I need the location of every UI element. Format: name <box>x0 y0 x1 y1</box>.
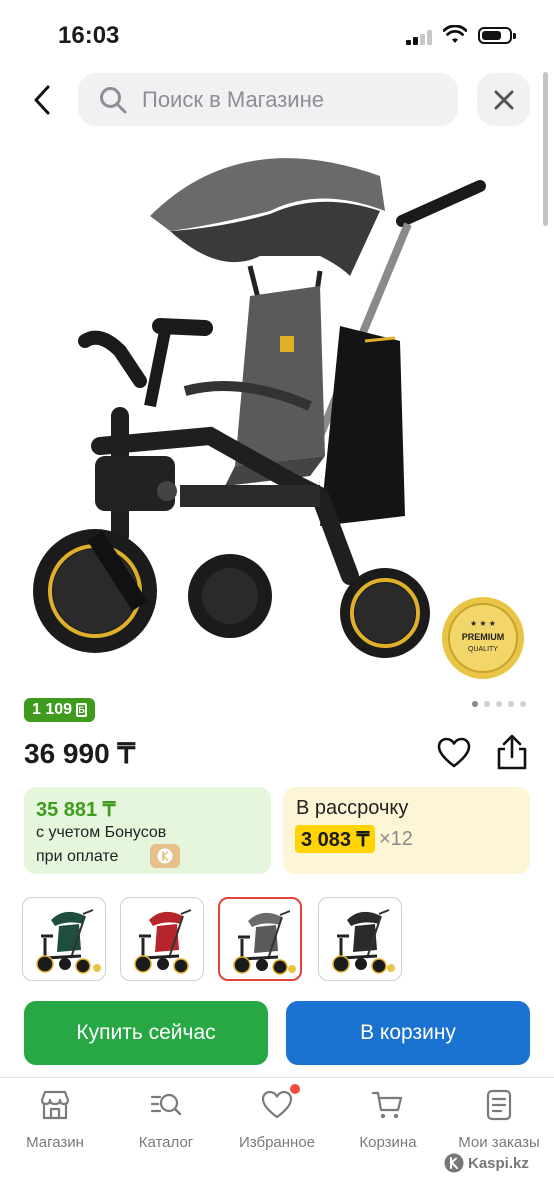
close-button[interactable] <box>477 73 530 126</box>
pager-dot[interactable] <box>472 701 478 707</box>
variant-image <box>233 910 296 975</box>
tab-label: Каталог <box>138 1134 194 1151</box>
image-pager[interactable] <box>472 701 526 707</box>
installment-title: В рассрочку <box>296 797 409 819</box>
favorite-button[interactable] <box>436 735 472 771</box>
bonus-icon: Б <box>76 703 88 717</box>
bonus-price-card[interactable]: 35 881 ₸ с учетом Бонусов при оплате <box>24 787 271 874</box>
premium-badge-line1: PREMIUM <box>462 632 505 642</box>
tab-label: Корзина <box>359 1134 417 1151</box>
search-icon <box>100 86 127 113</box>
premium-quality-badge: ★ ★ ★ PREMIUM QUALITY <box>442 597 524 679</box>
watermark-text: Kaspi.kz <box>468 1154 529 1172</box>
cart-icon <box>371 1091 403 1119</box>
tab-catalog[interactable]: Каталог <box>111 1088 221 1151</box>
notification-dot <box>290 1084 300 1094</box>
variant-thumbnail[interactable] <box>22 897 106 981</box>
pager-dot[interactable] <box>484 701 490 707</box>
svg-text:★ ★ ★: ★ ★ ★ <box>470 619 496 628</box>
tab-label: Магазин <box>26 1134 84 1151</box>
search-input[interactable] <box>140 85 444 114</box>
kaspi-logo-icon <box>157 848 173 864</box>
wifi-icon <box>443 25 467 43</box>
search-bar[interactable] <box>78 73 458 126</box>
battery-icon <box>478 27 516 44</box>
catalog-icon <box>150 1093 182 1116</box>
bonus-badge: 1 109 Б <box>24 698 96 722</box>
tab-store[interactable]: Магазин <box>0 1088 110 1151</box>
variant-thumbnail-selected[interactable] <box>218 897 302 981</box>
back-button[interactable] <box>22 80 62 120</box>
installment-multiplier: ×12 <box>379 828 413 850</box>
tab-favorites[interactable]: Избранное <box>222 1084 332 1151</box>
product-price: 36 990 ₸ <box>24 738 136 769</box>
add-to-cart-button[interactable]: В корзину <box>286 1001 530 1065</box>
variant-thumbnail[interactable] <box>120 897 204 981</box>
tab-cart[interactable]: Корзина <box>333 1088 443 1151</box>
tab-label: Избранное <box>238 1134 316 1151</box>
variant-image <box>134 909 192 974</box>
store-icon <box>40 1090 70 1120</box>
close-icon <box>494 90 513 109</box>
premium-badge-line2: QUALITY <box>468 646 498 653</box>
installment-card[interactable]: В рассрочку 3 083 ₸ ×12 <box>283 787 530 874</box>
bonus-amount: 1 109 <box>32 701 73 718</box>
bottom-tab-bar: Магазин Каталог Избранное Корзина Мои за… <box>0 1077 554 1201</box>
status-time: 16:03 <box>58 22 120 49</box>
tab-orders[interactable]: Мои заказы <box>444 1088 554 1151</box>
heart-icon <box>261 1090 293 1119</box>
favorites-icon-wrap <box>260 1084 300 1122</box>
chevron-left-icon <box>34 85 50 115</box>
scrollbar[interactable] <box>543 72 548 226</box>
cellular-signal-icon <box>406 29 434 45</box>
kaspi-pay-icon <box>150 844 180 868</box>
kaspi-watermark: Kaspi.kz <box>444 1153 529 1173</box>
pager-dot[interactable] <box>508 701 514 707</box>
buy-now-button[interactable]: Купить сейчас <box>24 1001 268 1065</box>
kaspi-logo-icon <box>444 1153 464 1173</box>
variant-image <box>36 909 101 974</box>
variant-thumbnail[interactable] <box>318 897 402 981</box>
installment-amount: 3 083 ₸ <box>295 825 376 853</box>
bonus-note-line1: с учетом Бонусов <box>36 824 167 841</box>
bonus-price: 35 881 ₸ <box>36 799 116 821</box>
bonus-note-line2: при оплате <box>36 848 119 865</box>
pager-dot[interactable] <box>520 701 526 707</box>
status-bar: 16:03 <box>0 0 554 70</box>
tab-label: Мои заказы <box>458 1134 540 1151</box>
variant-image <box>332 909 395 974</box>
orders-icon <box>486 1089 512 1121</box>
share-button[interactable] <box>494 733 530 771</box>
pager-dot[interactable] <box>496 701 502 707</box>
